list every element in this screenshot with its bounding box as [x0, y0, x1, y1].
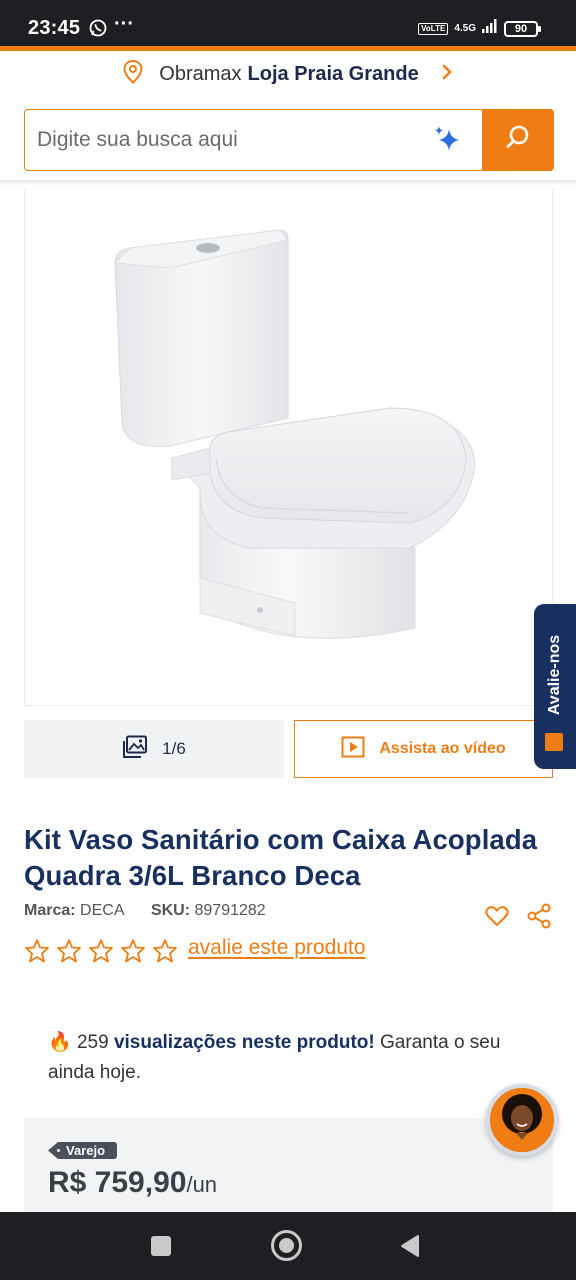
- chevron-right-icon: [441, 64, 453, 85]
- gallery-counter: 1/6: [162, 739, 186, 758]
- gallery-button[interactable]: 1/6: [24, 720, 284, 778]
- status-time: 23:45: [28, 17, 81, 39]
- sku-label: SKU:: [150, 902, 191, 919]
- search-button[interactable]: [481, 108, 554, 171]
- whatsapp-icon: [89, 19, 107, 42]
- views-notice: 🔥 259 visualizações neste produto! Garan…: [48, 1028, 548, 1088]
- search-bar: [24, 108, 554, 171]
- rate-product-link[interactable]: avalie este produto: [188, 936, 365, 960]
- location-pin-icon: [123, 59, 143, 89]
- fire-icon: 🔥: [48, 1032, 72, 1053]
- star-outline-icon: [152, 938, 178, 969]
- star-outline-icon: [120, 938, 146, 969]
- sku-value: 89791282: [194, 902, 266, 919]
- views-text-bold: visualizações neste produto!: [113, 1032, 375, 1053]
- price: R$ 759,90/un: [48, 1166, 217, 1200]
- price-value: R$ 759,90: [48, 1166, 187, 1199]
- price-box: Varejo R$ 759,90/un: [24, 1118, 553, 1218]
- feedback-tab-label: Avalie-nos: [546, 634, 563, 715]
- share-icon[interactable]: [526, 903, 552, 934]
- watch-video-button[interactable]: Assista ao vídeo: [294, 720, 553, 778]
- star-outline-icon: [24, 938, 50, 969]
- feedback-side-tab[interactable]: Avalie-nos: [534, 604, 576, 769]
- product-title: Kit Vaso Sanitário com Caixa Acoplada Qu…: [24, 824, 538, 891]
- product-image-frame[interactable]: [24, 188, 553, 706]
- gallery-image-icon: [122, 735, 148, 764]
- brand-value: DECA: [80, 902, 125, 919]
- store-selector[interactable]: Obramax Loja Praia Grande: [0, 51, 576, 97]
- volte-indicator: VoLTE: [418, 22, 449, 35]
- store-brand: Obramax: [159, 62, 242, 85]
- home-button[interactable]: [271, 1230, 302, 1261]
- system-nav-bar: [0, 1212, 576, 1280]
- status-bar: 23:45 ··· VoLTE 4.5G 90: [0, 0, 576, 46]
- search-icon: [504, 123, 532, 156]
- play-icon: [341, 736, 365, 763]
- search-input[interactable]: [37, 122, 427, 158]
- brand-label: Marca:: [24, 902, 76, 919]
- price-tag: Varejo: [48, 1142, 118, 1159]
- sparkle-icon[interactable]: [431, 123, 465, 162]
- heart-icon[interactable]: [485, 905, 509, 932]
- product-meta: Marca: DECA SKU: 89791282: [24, 902, 266, 920]
- battery-icon: 90: [504, 20, 541, 37]
- recent-apps-button[interactable]: [151, 1236, 171, 1256]
- notification-dots: ···: [114, 13, 134, 35]
- watch-video-label: Assista ao vídeo: [379, 740, 506, 757]
- star-outline-icon: [56, 938, 82, 969]
- product-image: [113, 229, 476, 639]
- header-shadow: [0, 180, 576, 186]
- views-count: 259: [76, 1032, 109, 1053]
- signal-icon: [482, 19, 498, 38]
- chat-assistant-avatar[interactable]: [486, 1084, 558, 1156]
- rating-stars[interactable]: [24, 938, 178, 969]
- network-type: 4.5G: [454, 22, 476, 34]
- back-button[interactable]: [400, 1234, 420, 1263]
- feedback-icon: [545, 733, 563, 751]
- price-unit: /un: [186, 1172, 218, 1197]
- store-name: Loja Praia Grande: [247, 62, 419, 85]
- star-outline-icon: [88, 938, 114, 969]
